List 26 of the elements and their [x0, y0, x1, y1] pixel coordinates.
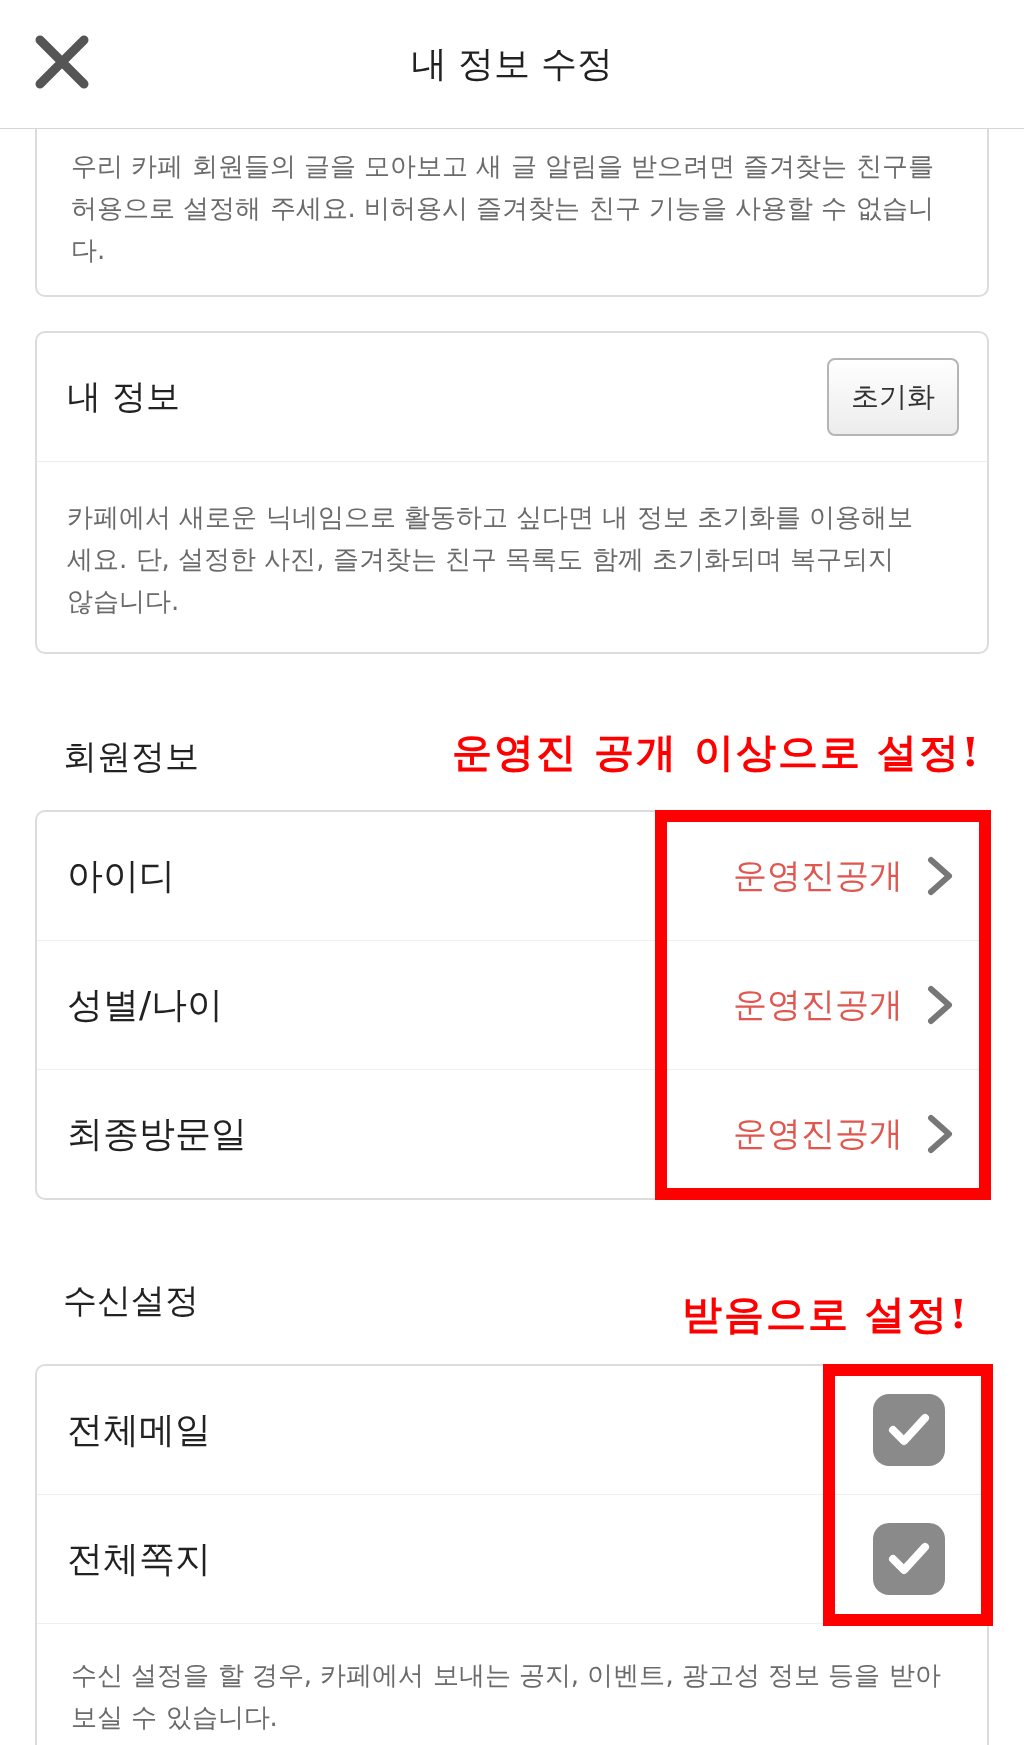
receive-description: 수신 설정을 할 경우, 카페에서 보내는 공지, 이벤트, 광고성 정보 등을 받아보실 수 있습니다. — [70, 1659, 942, 1734]
page-title: 내 정보 수정 — [410, 41, 614, 86]
check-icon — [887, 1541, 931, 1577]
annotation-text: 운영진 공개 이상으로 설정! — [451, 727, 981, 777]
close-icon — [34, 34, 90, 90]
chevron-right-icon — [927, 985, 953, 1025]
check-icon — [887, 1412, 931, 1448]
visibility-setting[interactable]: 운영진공개 — [733, 1111, 953, 1157]
section-title: 회원정보 — [63, 735, 199, 778]
card-title: 내 정보 — [67, 375, 180, 418]
row-label: 전체메일 — [67, 1407, 211, 1452]
row-label: 전체쪽지 — [67, 1536, 211, 1581]
row-label: 최종방문일 — [67, 1111, 247, 1156]
checkbox[interactable] — [873, 1394, 945, 1466]
reset-description: 카페에서 새로운 닉네임으로 활동하고 싶다면 내 정보 초기화를 이용해보세요. 단, 설정한 사진, 즐겨찾는 친구 목록도 함께 초기화되며 복구되지 않습니다. — [66, 501, 915, 618]
row-label: 성별/나이 — [67, 982, 224, 1027]
visibility-setting[interactable]: 운영진공개 — [733, 982, 953, 1028]
notice-text: 우리 카페 회원들의 글을 모아보고 새 글 알림을 받으려면 즐겨찾는 친구를 허용으로 설정해 주세요. 비허용시 즐겨찾는 친구 기능을 사용할 수 없습니다. — [70, 150, 935, 267]
section-title: 수신설정 — [63, 1279, 199, 1322]
reset-button[interactable]: 초기화 — [827, 358, 959, 436]
visibility-setting[interactable]: 운영진공개 — [733, 853, 953, 899]
checkbox[interactable] — [873, 1523, 945, 1595]
annotation-text: 받음으로 설정! — [681, 1289, 969, 1339]
chevron-right-icon — [927, 856, 953, 896]
chevron-right-icon — [927, 1114, 953, 1154]
row-label: 아이디 — [67, 853, 175, 898]
